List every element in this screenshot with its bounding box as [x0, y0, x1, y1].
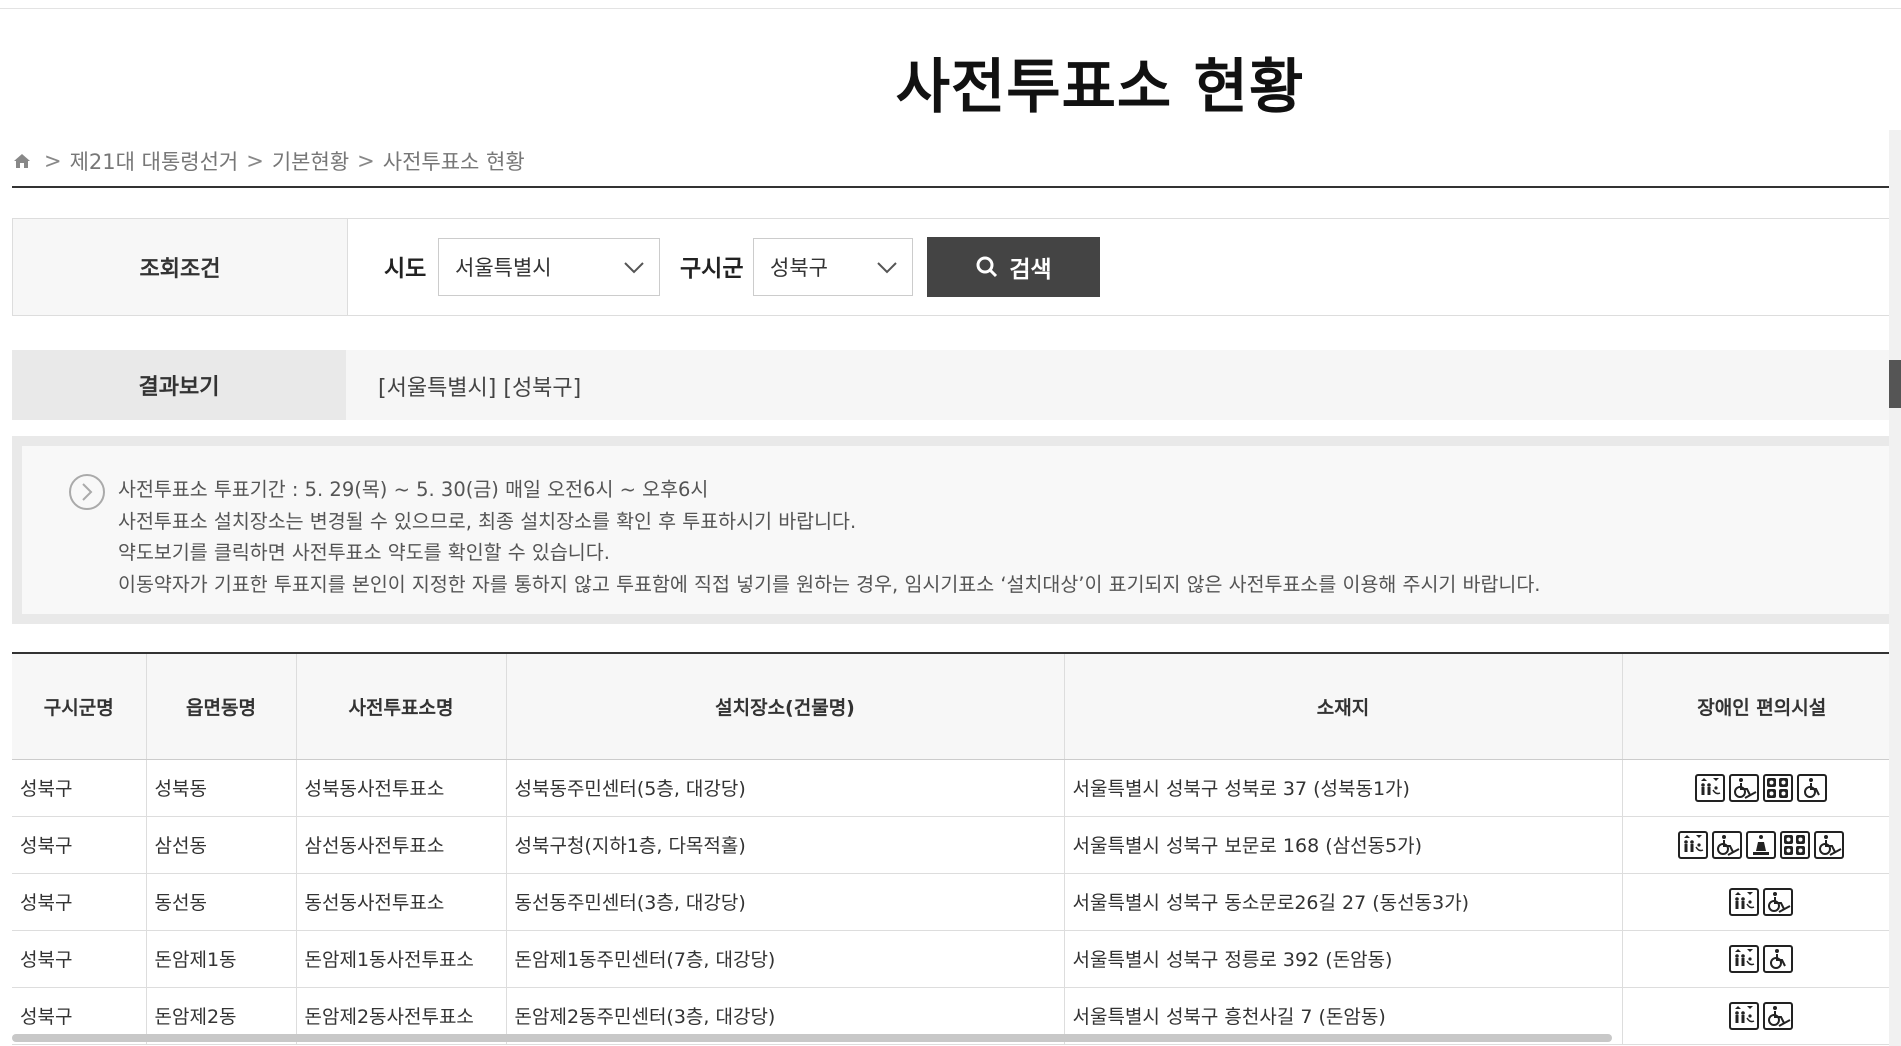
- table-row[interactable]: 성북구 동선동 동선동사전투표소 동선동주민센터(3층, 대강당) 서울특별시 성북구 …: [12, 873, 1901, 931]
- elevator-icon: [1729, 1001, 1760, 1030]
- cell-dong: 성북동: [146, 759, 297, 817]
- breadcrumb-separator: >: [44, 149, 62, 173]
- result-value: [서울특별시] [성북구]: [378, 376, 582, 401]
- search-button[interactable]: 검색: [927, 237, 1100, 297]
- wheelchair-ramp-icon: [1763, 1001, 1794, 1030]
- column-header: 사전투표소명: [296, 652, 507, 760]
- cell-place: 돈암제1동주민센터(7층, 대강당): [506, 930, 1065, 988]
- cell-dong: 동선동: [146, 873, 297, 931]
- cell-station-name: 성북동사전투표소: [296, 759, 507, 817]
- gusigun-selected-value: 성북구: [770, 256, 828, 280]
- result-label: 결과보기: [12, 350, 346, 420]
- cell-station-name: 동선동사전투표소: [296, 873, 507, 931]
- column-header: 설치장소(건물명): [506, 652, 1065, 760]
- elevator-icon: [1678, 830, 1709, 859]
- cell-facilities: [1622, 987, 1901, 1045]
- column-header: 소재지: [1064, 652, 1623, 760]
- column-header: 읍면동명: [146, 652, 297, 760]
- cell-facilities: [1622, 873, 1901, 931]
- table-header-row: 구시군명 읍면동명 사전투표소명 설치장소(건물명) 소재지 장애인 편의시설: [12, 652, 1901, 760]
- chevron-down-icon: [877, 262, 897, 274]
- cell-address: 서울특별시 성북구 성북로 37 (성북동1가): [1064, 759, 1623, 817]
- cell-address: 서울특별시 성북구 보문로 168 (삼선동5가): [1064, 816, 1623, 874]
- chevron-down-icon: [624, 262, 644, 274]
- cell-gu: 성북구: [12, 930, 147, 988]
- result-bar: 결과보기 [서울특별시] [성북구]: [12, 350, 1901, 420]
- cell-gu: 성북구: [12, 816, 147, 874]
- notice-line: 이동약자가 기표한 투표지를 본인이 지정한 자를 통하지 않고 투표함에 직접…: [118, 572, 1541, 596]
- cell-place: 성북구청(지하1층, 다목적홀): [506, 816, 1065, 874]
- elevator-icon: [1729, 944, 1760, 973]
- breadcrumb-item-election[interactable]: 제21대 대통령선거: [70, 146, 239, 176]
- home-icon[interactable]: [12, 151, 32, 171]
- breadcrumb-rule: [12, 186, 1901, 188]
- notice-box: 사전투표소 투표기간 : 5. 29(목) ~ 5. 30(금) 매일 오전6시…: [12, 436, 1901, 624]
- wheelchair-ramp-icon: [1729, 773, 1760, 802]
- cell-dong: 돈암제1동: [146, 930, 297, 988]
- column-header: 구시군명: [12, 652, 147, 760]
- search-condition-label: 조회조건: [12, 219, 348, 315]
- notice-line: 사전투표소 투표기간 : 5. 29(목) ~ 5. 30(금) 매일 오전6시…: [118, 478, 709, 501]
- bell-icon: [1746, 830, 1777, 859]
- horizontal-scrollbar[interactable]: [12, 1034, 1612, 1042]
- wheelchair-icon: [1763, 944, 1794, 973]
- cell-address: 서울특별시 성북구 동소문로26길 27 (동선동3가): [1064, 873, 1623, 931]
- breadcrumb-separator: >: [357, 149, 375, 173]
- notice-line: 약도보기를 클릭하면 사전투표소 약도를 확인할 수 있습니다.: [118, 541, 610, 564]
- wheelchair-ramp-icon: [1814, 830, 1845, 859]
- braille-icon: [1780, 830, 1811, 859]
- search-panel: 조회조건 시도 서울특별시 구시군 성북구 검색: [12, 218, 1901, 316]
- braille-icon: [1763, 773, 1794, 802]
- breadcrumb: > 제21대 대통령선거 > 기본현황 > 사전투표소 현황: [12, 146, 525, 176]
- polling-station-table: 구시군명 읍면동명 사전투표소명 설치장소(건물명) 소재지 장애인 편의시설 …: [12, 652, 1901, 1045]
- sido-select[interactable]: 서울특별시: [438, 238, 660, 296]
- breadcrumb-item-basic-status[interactable]: 기본현황: [272, 146, 349, 176]
- cell-facilities: [1622, 759, 1901, 817]
- elevator-icon: [1695, 773, 1726, 802]
- search-button-label: 검색: [1009, 257, 1052, 283]
- wheelchair-ramp-icon: [1763, 887, 1794, 916]
- cell-facilities: [1622, 930, 1901, 988]
- cell-facilities: [1622, 816, 1901, 874]
- chevron-right-circle-icon: [69, 474, 105, 510]
- top-divider: [0, 8, 1901, 9]
- notice-line: 사전투표소 설치장소는 변경될 수 있으므로, 최종 설치장소를 확인 후 투표…: [118, 509, 857, 533]
- table-row[interactable]: 성북구 삼선동 삼선동사전투표소 성북구청(지하1층, 다목적홀) 서울특별시 성북구 …: [12, 816, 1901, 874]
- cell-station-name: 삼선동사전투표소: [296, 816, 507, 874]
- cell-place: 동선동주민센터(3층, 대강당): [506, 873, 1065, 931]
- gusigun-select[interactable]: 성북구: [753, 238, 913, 296]
- cell-station-name: 돈암제1동사전투표소: [296, 930, 507, 988]
- breadcrumb-item-current: 사전투표소 현황: [382, 150, 525, 174]
- cell-place: 성북동주민센터(5층, 대강당): [506, 759, 1065, 817]
- vertical-scrollbar[interactable]: [1889, 130, 1901, 1046]
- page-title: 사전투표소 현황: [895, 52, 1305, 121]
- table-row[interactable]: 성북구 돈암제1동 돈암제1동사전투표소 돈암제1동주민센터(7층, 대강당) 서울특별…: [12, 930, 1901, 988]
- table-row[interactable]: 성북구 성북동 성북동사전투표소 성북동주민센터(5층, 대강당) 서울특별시 성북구 …: [12, 759, 1901, 817]
- sido-label: 시도: [384, 256, 427, 282]
- wheelchair-ramp-icon: [1712, 830, 1743, 859]
- sido-selected-value: 서울특별시: [455, 256, 552, 280]
- cell-gu: 성북구: [12, 759, 147, 817]
- cell-dong: 삼선동: [146, 816, 297, 874]
- column-header: 장애인 편의시설: [1622, 652, 1901, 760]
- elevator-icon: [1729, 887, 1760, 916]
- vertical-scrollbar-thumb[interactable]: [1889, 360, 1901, 408]
- wheelchair-icon: [1797, 773, 1828, 802]
- cell-gu: 성북구: [12, 873, 147, 931]
- breadcrumb-separator: >: [246, 149, 264, 173]
- search-icon: [976, 256, 998, 278]
- cell-address: 서울특별시 성북구 정릉로 392 (돈암동): [1064, 930, 1623, 988]
- gusigun-label: 구시군: [680, 256, 744, 282]
